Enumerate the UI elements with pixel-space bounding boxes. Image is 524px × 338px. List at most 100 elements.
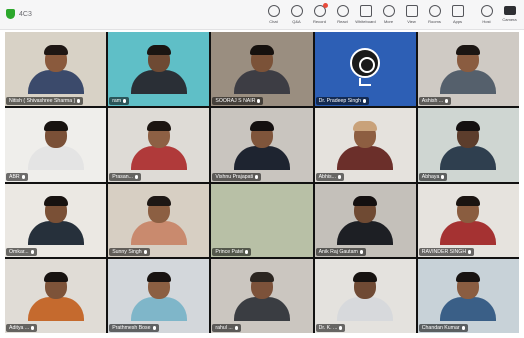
participant-video-tile[interactable]: Omkar... [5,183,107,258]
participant-video-tile[interactable]: Abhis... [314,107,416,182]
shield-icon [6,9,15,19]
participant-video-tile[interactable]: Sunny Singh [108,183,210,258]
participant-name-label: Aditya ... [6,324,38,332]
toolbar-button-label: Host [482,19,491,24]
participant-name: Prathmesh Bose [112,325,151,331]
toolbar-buttons: Chat Q&A Record React Whiteboard More View Room… [263,3,520,27]
participant-name: Vishnu Prajapati [215,173,254,180]
participant-video-tile[interactable]: Prasan... [108,107,210,182]
participant-name-label: ABR [6,172,28,181]
microphone-icon [445,98,449,103]
participant-name-label: Vishnu Prajapati [212,172,262,181]
toolbar-button-label: Record [313,19,326,24]
participant-video-tile[interactable]: Ashish ... [417,32,519,106]
react-icon [336,5,349,17]
toolbar-button-label: More [383,19,394,24]
participant-video-tile[interactable]: Vishnu Prajapati [211,107,313,182]
microphone-icon [339,326,343,330]
toolbar-button-chat[interactable]: Chat [263,3,284,27]
participant-video-tile[interactable]: Prince Patel [211,183,313,258]
participant-name: Dr. Pradeep Singh [318,97,361,104]
participant-video [27,272,84,321]
participant-name-label: Dr. K. ... [315,324,346,332]
participant-video-tile[interactable]: SOORAJ S NAIR [211,32,313,106]
apps-icon [451,5,464,17]
toolbar-button-record[interactable]: Record [309,3,330,27]
microphone-icon [30,250,34,255]
participant-name-label: Abhis... [315,172,344,181]
microphone-icon [77,98,81,103]
toolbar-button-label: Camera [502,17,517,22]
participant-video [233,272,290,321]
microphone-icon [255,174,259,179]
participant-name-label: Abhaya [418,172,448,181]
toolbar-button-whiteboard[interactable]: Whiteboard [355,3,376,27]
toolbar-button-rooms[interactable]: Rooms [424,3,445,27]
participant-name-label: Sunny Singh [109,248,150,257]
participant-video-tile[interactable]: rahul ... [211,259,313,333]
participant-name: Anik Raj Gautam [318,249,358,256]
chat-icon [267,5,280,17]
participant-name-label: SOORAJ S NAIR [212,96,264,105]
microphone-icon [359,250,363,255]
participant-name: SOORAJ S NAIR [215,97,256,104]
toolbar-button-label: React [337,19,348,24]
participant-name-label: Ashish ... [418,96,452,105]
meeting-version: 4C3 [19,10,32,18]
microphone-icon [21,174,25,179]
participant-name: ram [112,97,122,104]
participant-video [440,120,497,170]
participant-video-tile[interactable]: Dr. Pradeep Singh [314,32,416,106]
participant-name-label: Prince Patel [212,248,252,257]
participant-name-label: Prasan... [109,172,141,181]
toolbar-button-host[interactable]: Host [476,3,497,27]
toolbar-button-q-a[interactable]: Q&A [286,3,307,27]
toolbar-button-camera[interactable]: Camera [499,3,520,27]
toolbar-button-label: Whiteboard [355,19,376,24]
toolbar-button-apps[interactable]: Apps [447,3,468,27]
participant-video-tile[interactable]: RAVINDER SINGH [417,183,519,258]
virtual-camera-icon [359,77,372,86]
microphone-icon [152,326,156,330]
participant-video [130,196,187,246]
participant-name-label: Nitish ( Shivashree Sharma ) [6,96,84,105]
microphone-icon [461,326,465,330]
participant-name-label: Omkar... [6,248,37,257]
participant-video [130,44,187,94]
microphone-icon [468,250,472,255]
participant-video-tile[interactable]: Prathmesh Bose [108,259,210,333]
participant-video [27,196,84,246]
view-icon [405,5,418,17]
toolbar-button-view[interactable]: View [401,3,422,27]
participant-name: Dr. K. ... [318,325,338,331]
participant-video-tile[interactable]: ram [108,32,210,106]
participant-video-tile[interactable]: Chandan Kumar [417,259,519,333]
qa-icon [290,5,303,17]
participant-video-tile[interactable]: Nitish ( Shivashree Sharma ) [5,32,107,106]
participant-video-tile[interactable]: Anik Raj Gautam [314,183,416,258]
participant-grid: Nitish ( Shivashree Sharma ) ram SOORAJ S … [5,32,519,333]
microphone-icon [123,98,127,103]
participant-name: Prince Patel [215,249,244,256]
microphone-icon [234,326,238,330]
microphone-icon [257,98,261,103]
more-icon [382,5,395,17]
toolbar-button-label: Q&A [292,19,301,24]
participant-name-label: Prathmesh Bose [109,324,159,332]
participant-name: Aditya ... [9,325,30,331]
participant-video [337,120,394,170]
participant-name-label: ram [109,96,130,105]
participant-name-label: Dr. Pradeep Singh [315,96,369,105]
meeting-info[interactable]: 4C3 [6,9,32,19]
participant-video-tile[interactable]: Abhaya [417,107,519,182]
participant-video-tile[interactable]: Dr. K. ... [314,259,416,333]
participant-video [337,272,394,321]
participant-name: RAVINDER SINGH [421,249,467,256]
participant-name: Chandan Kumar [421,325,460,331]
participant-video-tile[interactable]: ABR [5,107,107,182]
participant-name: Nitish ( Shivashree Sharma ) [9,97,76,104]
participant-video-tile[interactable]: Aditya ... [5,259,107,333]
toolbar-button-label: Rooms [428,19,441,24]
toolbar-button-more[interactable]: More [378,3,399,27]
toolbar-button-react[interactable]: React [332,3,353,27]
